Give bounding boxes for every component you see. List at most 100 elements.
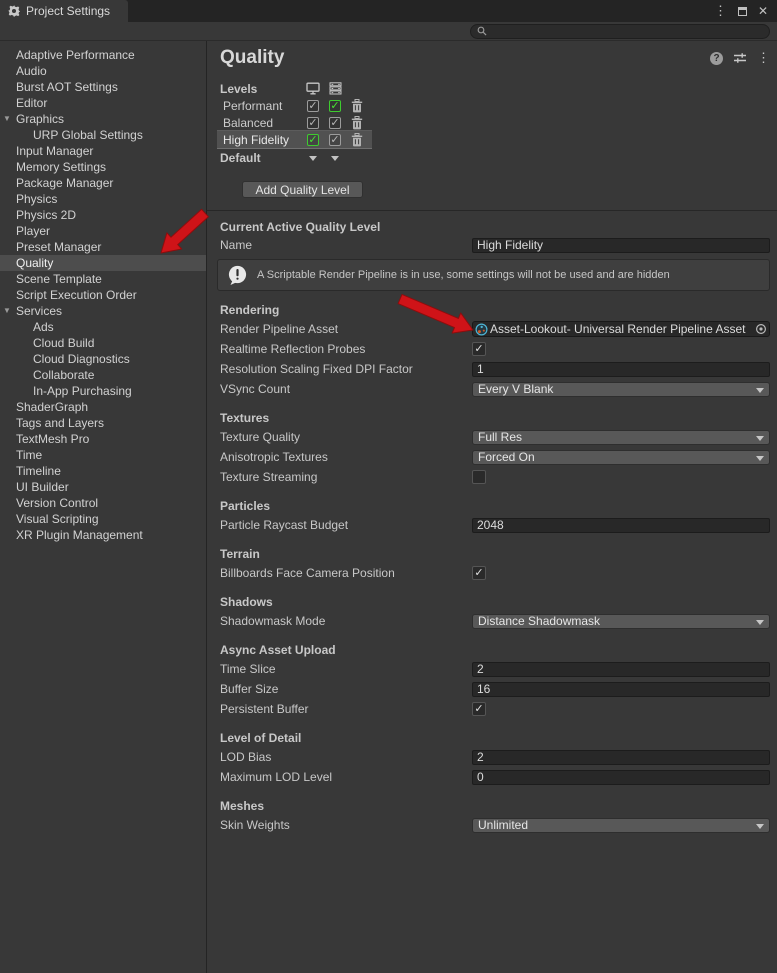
sidebar-item-label: Scene Template <box>0 271 102 287</box>
sidebar-item-cloud-build[interactable]: Cloud Build <box>0 335 206 351</box>
settings-sections: RenderingRender Pipeline AssetAsset-Look… <box>220 302 770 835</box>
sidebar-item-time[interactable]: Time <box>0 447 206 463</box>
sidebar-item-burst-aot-settings[interactable]: Burst AOT Settings <box>0 79 206 95</box>
name-field[interactable]: High Fidelity <box>472 238 770 253</box>
sidebar-item-ui-builder[interactable]: UI Builder <box>0 479 206 495</box>
sidebar-item-memory-settings[interactable]: Memory Settings <box>0 159 206 175</box>
delete-level-button[interactable] <box>346 99 368 113</box>
more-icon[interactable]: ⋮ <box>757 52 770 64</box>
quality-level-name: High Fidelity <box>220 133 302 147</box>
dropdown-skin-weights[interactable]: Unlimited <box>472 818 770 833</box>
dropdown-value: Full Res <box>478 430 522 444</box>
sidebar-item-physics[interactable]: Physics <box>0 191 206 207</box>
sidebar-item-collaborate[interactable]: Collaborate <box>0 367 206 383</box>
dropdown-vsync-count[interactable]: Every V Blank <box>472 382 770 397</box>
sidebar-item-quality[interactable]: Quality <box>0 255 206 271</box>
level-checkbox-server[interactable]: ✓ <box>329 100 341 112</box>
setting-label: Buffer Size <box>220 682 472 696</box>
dropdown-shadowmask-mode[interactable]: Distance Shadowmask <box>472 614 770 629</box>
sidebar-item-audio[interactable]: Audio <box>0 63 206 79</box>
object-field-value: Asset-Lookout- Universal Render Pipeline… <box>490 322 753 336</box>
levels-rows: Performant✓✓Balanced✓✓High Fidelity✓✓ <box>220 97 770 148</box>
text-field-maximum-lod-level[interactable]: 0 <box>472 770 770 785</box>
help-icon[interactable]: ? <box>710 52 723 65</box>
level-checkbox-desktop[interactable]: ✓ <box>307 134 319 146</box>
sidebar-item-label: Memory Settings <box>0 159 106 175</box>
sidebar-item-graphics[interactable]: ▼Graphics <box>0 111 206 127</box>
text-field-time-slice[interactable]: 2 <box>472 662 770 677</box>
sidebar-item-editor[interactable]: Editor <box>0 95 206 111</box>
search-input[interactable] <box>491 25 763 37</box>
sidebar-item-label: Script Execution Order <box>0 287 137 303</box>
sidebar-item-label: Adaptive Performance <box>0 47 135 63</box>
sidebar-item-services[interactable]: ▼Services <box>0 303 206 319</box>
sidebar-item-script-execution-order[interactable]: Script Execution Order <box>0 287 206 303</box>
delete-level-button[interactable] <box>346 116 368 130</box>
sidebar-item-shadergraph[interactable]: ShaderGraph <box>0 399 206 415</box>
foldout-icon[interactable]: ▼ <box>3 303 11 319</box>
text-field-lod-bias[interactable]: 2 <box>472 750 770 765</box>
info-icon <box>227 265 248 286</box>
sidebar-item-textmesh-pro[interactable]: TextMesh Pro <box>0 431 206 447</box>
sidebar-item-label: ShaderGraph <box>0 399 88 415</box>
delete-level-button[interactable] <box>346 133 368 147</box>
level-checkbox-server[interactable]: ✓ <box>329 134 341 146</box>
settings-row: Texture Quality Full Res <box>220 427 770 447</box>
text-field-resolution-scaling-fixed-dpi-factor[interactable]: 1 <box>472 362 770 377</box>
sidebar-item-label: UI Builder <box>0 479 69 495</box>
checkbox-realtime-reflection-probes[interactable]: ✓ <box>472 342 486 356</box>
sidebar-item-player[interactable]: Player <box>0 223 206 239</box>
default-server-dropdown-icon[interactable] <box>331 156 339 161</box>
sidebar-item-urp-global-settings[interactable]: URP Global Settings <box>0 127 206 143</box>
foldout-icon[interactable]: ▼ <box>3 111 11 127</box>
dropdown-anisotropic-textures[interactable]: Forced On <box>472 450 770 465</box>
server-icon <box>324 82 346 95</box>
section-title-level-of-detail: Level of Detail <box>220 730 770 746</box>
sidebar-item-physics-2d[interactable]: Physics 2D <box>0 207 206 223</box>
text-field-buffer-size[interactable]: 16 <box>472 682 770 697</box>
search-box[interactable] <box>470 24 770 39</box>
settings-row: Texture Streaming <box>220 467 770 487</box>
close-icon[interactable]: ✕ <box>758 4 768 18</box>
text-field-particle-raycast-budget[interactable]: 2048 <box>472 518 770 533</box>
quality-level-row-performant[interactable]: Performant✓✓ <box>217 97 372 114</box>
sidebar-item-version-control[interactable]: Version Control <box>0 495 206 511</box>
quality-level-row-balanced[interactable]: Balanced✓✓ <box>217 114 372 131</box>
chevron-down-icon <box>756 436 764 441</box>
setting-label: Texture Quality <box>220 430 472 444</box>
default-row: Default <box>220 148 770 168</box>
sidebar-item-timeline[interactable]: Timeline <box>0 463 206 479</box>
sidebar-item-cloud-diagnostics[interactable]: Cloud Diagnostics <box>0 351 206 367</box>
sidebar-item-preset-manager[interactable]: Preset Manager <box>0 239 206 255</box>
default-desktop-dropdown-icon[interactable] <box>309 156 317 161</box>
window-menu-icon[interactable]: ⋮ <box>714 5 727 17</box>
sidebar-item-input-manager[interactable]: Input Manager <box>0 143 206 159</box>
presets-icon[interactable] <box>733 52 747 64</box>
level-checkbox-server[interactable]: ✓ <box>329 117 341 129</box>
settings-row: Billboards Face Camera Position✓ <box>220 563 770 583</box>
object-field-render-pipeline-asset[interactable]: Asset-Lookout- Universal Render Pipeline… <box>472 321 770 337</box>
object-picker-icon[interactable] <box>755 323 767 335</box>
sidebar-item-package-manager[interactable]: Package Manager <box>0 175 206 191</box>
maximize-icon[interactable] <box>738 7 747 16</box>
dropdown-texture-quality[interactable]: Full Res <box>472 430 770 445</box>
checkbox-persistent-buffer[interactable]: ✓ <box>472 702 486 716</box>
add-quality-level-button[interactable]: Add Quality Level <box>242 181 363 198</box>
chevron-down-icon <box>756 620 764 625</box>
level-checkbox-desktop[interactable]: ✓ <box>307 117 319 129</box>
sidebar-item-xr-plugin-management[interactable]: XR Plugin Management <box>0 527 206 543</box>
sidebar-item-tags-and-layers[interactable]: Tags and Layers <box>0 415 206 431</box>
sidebar-item-ads[interactable]: Ads <box>0 319 206 335</box>
tab-project-settings[interactable]: Project Settings <box>0 0 128 22</box>
checkbox-texture-streaming[interactable] <box>472 470 486 484</box>
sidebar-item-visual-scripting[interactable]: Visual Scripting <box>0 511 206 527</box>
checkbox-billboards-face-camera-position[interactable]: ✓ <box>472 566 486 580</box>
sidebar-item-scene-template[interactable]: Scene Template <box>0 271 206 287</box>
info-box: A Scriptable Render Pipeline is in use, … <box>217 259 770 291</box>
sidebar-item-adaptive-performance[interactable]: Adaptive Performance <box>0 47 206 63</box>
level-checkbox-desktop[interactable]: ✓ <box>307 100 319 112</box>
quality-level-row-high-fidelity[interactable]: High Fidelity ✓ ✓ <box>217 131 372 148</box>
sidebar-item-in-app-purchasing[interactable]: In-App Purchasing <box>0 383 206 399</box>
levels-label: Levels <box>220 82 302 96</box>
setting-label: Billboards Face Camera Position <box>220 566 472 580</box>
